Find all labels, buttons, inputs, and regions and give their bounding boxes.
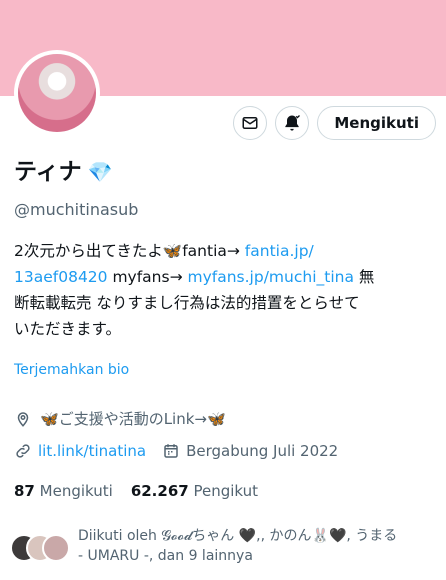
following-count: 87 [14,482,35,500]
following-label: Mengikuti [39,482,113,500]
joined-date: Bergabung Juli 2022 [186,442,339,460]
profile-name-row: ティナ 💎 [14,160,113,184]
bell-check-icon [285,115,301,131]
butterfly-icon: 🦋 [162,242,183,260]
translate-bio-link[interactable]: Terjemahkan bio [14,362,129,378]
calendar-icon [164,444,178,458]
message-button[interactable] [233,106,268,140]
display-name: ティナ [14,158,82,185]
envelope-icon [242,117,258,129]
fantia-link[interactable]: 13aef08420 [14,268,108,286]
fantia-link[interactable]: fantia.jp/ [245,242,314,260]
followed-by-line-2: - UMARU -, dan 9 lainnya [78,548,253,564]
butterfly-icon: 🦋 [40,410,59,428]
profile-avatar[interactable] [14,50,100,136]
following-button[interactable]: Mengikuti [317,106,436,140]
followers-stat[interactable]: 62.267 Pengikut [131,482,258,500]
bio-text: fantia→ [182,242,245,260]
location-text: 🦋ご支援や活動のLink→🦋 [40,408,226,429]
bio-line-2: 13aef08420 myfans→ myfans.jp/muchi_tina … [14,264,430,290]
butterfly-icon: 🦋 [206,410,226,428]
bio-text: 無 [353,268,375,286]
profile-page: Mengikuti ティナ 💎 @muchitinasub 2次元から出てきたよ… [0,0,446,580]
following-stat[interactable]: 87 Mengikuti [14,482,113,500]
profile-bio: 2次元から出てきたよ🦋fantia→ fantia.jp/ 13aef08420… [14,238,430,342]
website-link[interactable]: lit.link/tinatina [38,442,146,460]
followers-label: Pengikut [193,482,259,500]
mutual-avatar [42,534,70,562]
avatar-image [18,54,96,132]
followed-by-line-1: Diikuti oleh 𝓖𝓸𝓸𝓭ちゃん 🖤,, かのん🐰🖤, うまる [78,528,398,544]
notification-button[interactable] [275,106,310,140]
meta-location: 🦋ご支援や活動のLink→🦋 [14,408,226,429]
bio-line-3: 断転載転売 なりすまし行為は法的措置をとらせて [14,294,360,312]
followed-by-text: Diikuti oleh 𝓖𝓸𝓸𝓭ちゃん 🖤,, かのん🐰🖤, うまる - UM… [78,526,438,566]
joined-group: Bergabung Juli 2022 [162,442,338,460]
meta-link-joined: lit.link/tinatina Bergabung Juli 2022 [14,442,338,460]
bio-text: myfans→ [107,268,188,286]
website-group: lit.link/tinatina [14,442,146,460]
followers-count: 62.267 [130,482,189,500]
profile-actions: Mengikuti [233,106,436,140]
location-label: ご支援や活動のLink→ [58,410,207,428]
bio-line-4: いただきます。 [14,320,121,338]
profile-stats: 87 Mengikuti 62.267 Pengikut [14,482,258,500]
location-pin-icon [17,411,29,427]
followed-by[interactable]: Diikuti oleh 𝓖𝓸𝓸𝓭ちゃん 🖤,, かのん🐰🖤, うまる - UM… [10,526,440,566]
bio-line-1: 2次元から出てきたよ🦋fantia→ fantia.jp/ [14,238,430,264]
bio-text: 2次元から出てきたよ [14,242,163,260]
profile-handle: @muchitinasub [14,200,139,219]
mutual-avatars [10,534,72,562]
myfans-link[interactable]: myfans.jp/muchi_tina [188,268,354,286]
link-icon [16,444,30,458]
diamond-icon: 💎 [87,160,113,184]
